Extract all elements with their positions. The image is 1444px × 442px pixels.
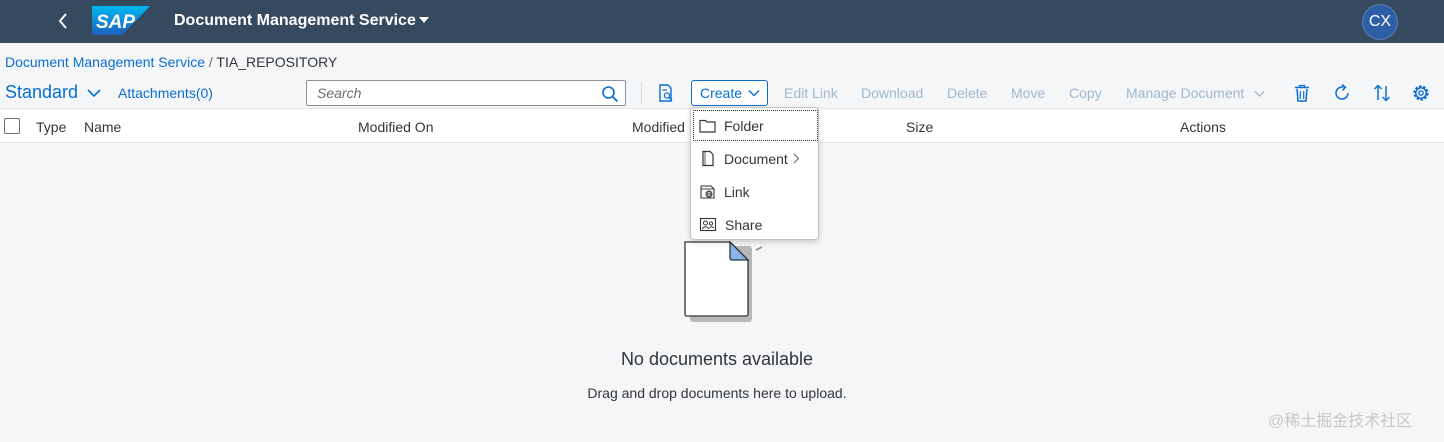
menu-item-document[interactable]: Document [693, 143, 818, 174]
sort-icon[interactable] [1372, 83, 1392, 103]
app-title[interactable]: Document Management Service [174, 11, 416, 31]
chevron-down-icon [1254, 91, 1265, 97]
create-menu: Folder Document Link Share [690, 107, 819, 240]
menu-item-link[interactable]: Link [693, 176, 818, 207]
menu-item-label: Share [725, 216, 763, 233]
refresh-icon[interactable] [1332, 83, 1352, 103]
menu-item-label: Folder [724, 117, 764, 134]
variant-selector[interactable]: Standard [5, 81, 78, 103]
caret-down-icon[interactable] [419, 17, 429, 23]
link-icon [700, 185, 715, 199]
move-button[interactable]: Move [1011, 85, 1045, 101]
attachments-count[interactable]: Attachments(0) [118, 85, 213, 101]
svg-text:SAP: SAP [96, 12, 135, 33]
chevron-left-icon [58, 13, 67, 29]
column-header-name[interactable]: Name [84, 119, 121, 135]
document-preview-icon[interactable] [656, 83, 676, 103]
breadcrumb: Document Management Service / TIA_REPOSI… [5, 54, 337, 70]
column-header-type[interactable]: Type [36, 119, 66, 135]
watermark: @稀土掘金技术社区 [1268, 413, 1413, 430]
column-header-modified[interactable]: Modified [632, 119, 685, 135]
copy-button[interactable]: Copy [1069, 85, 1102, 101]
create-button[interactable]: Create [691, 80, 768, 106]
back-button[interactable] [52, 9, 74, 33]
shell-bar: SAP Document Management Service CX [0, 0, 1444, 43]
search-field [306, 80, 626, 106]
trash-icon[interactable] [1292, 83, 1312, 103]
breadcrumb-separator: / [208, 54, 213, 70]
share-icon [699, 217, 717, 232]
gear-icon[interactable] [1411, 83, 1431, 103]
breadcrumb-link-dms[interactable]: Document Management Service [5, 54, 205, 70]
manage-document-button[interactable]: Manage Document [1126, 85, 1265, 101]
edit-link-button[interactable]: Edit Link [784, 85, 838, 101]
sap-logo: SAP [92, 6, 150, 35]
chevron-down-icon [748, 90, 760, 97]
column-header-actions[interactable]: Actions [1180, 119, 1226, 135]
empty-state-description: Drag and drop documents here to upload. [587, 385, 847, 401]
manage-document-label: Manage Document [1126, 85, 1245, 101]
menu-item-label: Link [724, 183, 750, 200]
empty-state-title: No documents available [620, 349, 814, 369]
create-button-label: Create [700, 85, 743, 101]
user-avatar[interactable]: CX [1362, 4, 1398, 40]
menu-item-folder[interactable]: Folder [693, 110, 818, 141]
search-icon[interactable] [601, 85, 619, 103]
select-all-checkbox[interactable] [4, 118, 20, 134]
download-button[interactable]: Download [861, 85, 923, 101]
document-icon [702, 150, 714, 167]
toolbar-separator [641, 82, 642, 104]
chevron-down-icon[interactable] [86, 86, 102, 100]
delete-button[interactable]: Delete [947, 85, 987, 101]
search-input[interactable] [307, 81, 592, 105]
chevron-right-icon [793, 153, 800, 164]
empty-document-illustration [684, 240, 763, 322]
menu-item-label: Document [724, 150, 788, 167]
menu-item-share[interactable]: Share [693, 209, 818, 240]
column-header-size[interactable]: Size [906, 119, 933, 135]
column-header-modified-on[interactable]: Modified On [358, 119, 433, 135]
folder-icon [699, 119, 716, 133]
breadcrumb-current: TIA_REPOSITORY [216, 54, 338, 70]
